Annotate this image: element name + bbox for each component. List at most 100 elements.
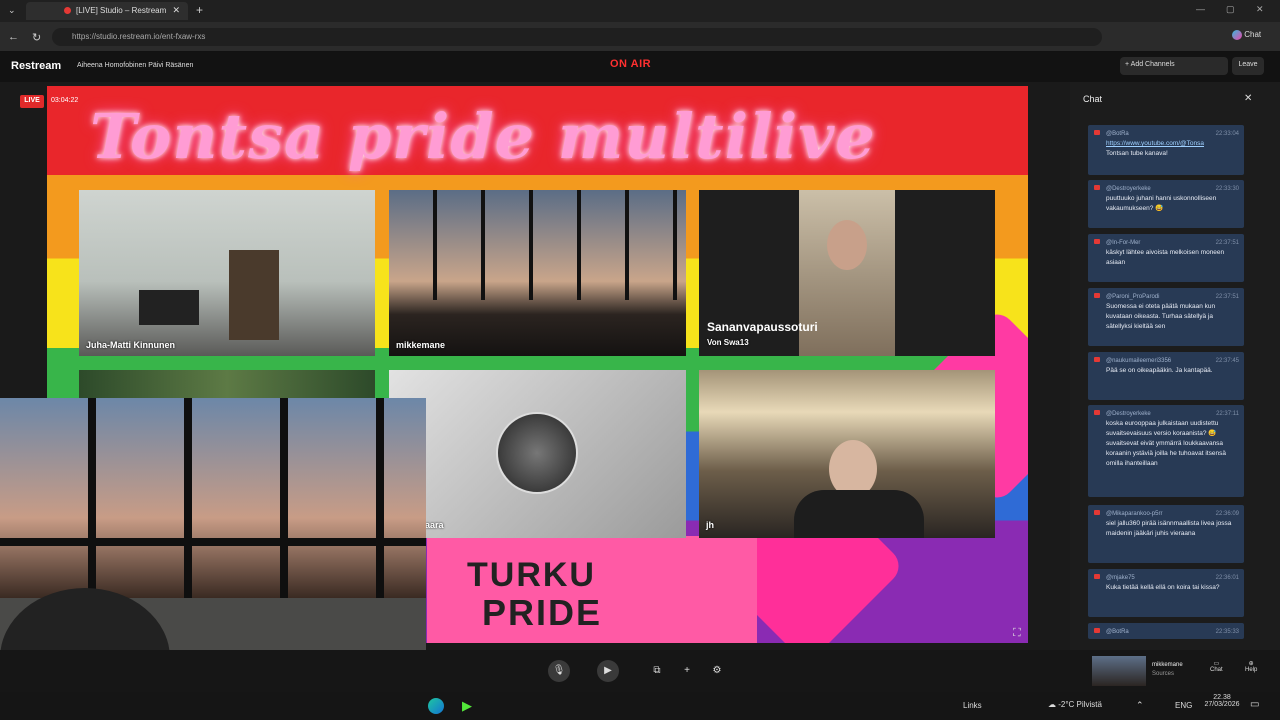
- chat-close-icon[interactable]: ✕: [1244, 93, 1252, 104]
- share-screen-icon[interactable]: ⧉: [646, 660, 668, 682]
- participant-tile[interactable]: Juha-Matti Kinnunen: [79, 190, 375, 356]
- help-label: Help: [1245, 667, 1258, 673]
- participant-tile[interactable]: Sananvapaussoturi Von Swa13: [699, 190, 995, 356]
- studio-toolbar: [0, 650, 1280, 692]
- window-frame: [0, 538, 426, 546]
- youtube-icon: [1094, 357, 1100, 362]
- microphone-icon[interactable]: 🎙: [548, 660, 570, 682]
- chat-text: Pää se on oikeapääkin. Ja kantapää.: [1106, 367, 1213, 374]
- back-icon[interactable]: ←: [8, 31, 19, 43]
- tray-chevron-icon[interactable]: ⌃: [1136, 700, 1144, 711]
- leave-button[interactable]: Leave: [1232, 57, 1264, 75]
- weather-widget[interactable]: ☁ -2°C Pilvistä: [1048, 700, 1102, 709]
- chat-time: 22:37:45: [1215, 358, 1239, 364]
- reload-icon[interactable]: ↻: [32, 31, 41, 44]
- copilot-chat-button[interactable]: Chat: [1232, 30, 1274, 44]
- chat-message: @Mikaparankoo-p5rr 22:36:09 siel jallu36…: [1088, 505, 1244, 563]
- new-tab-button[interactable]: +: [196, 3, 203, 17]
- add-icon[interactable]: +: [676, 660, 698, 682]
- chat-text: siel jallu360 pirää isännmaallista livea…: [1106, 520, 1232, 537]
- chat-message: @mjake75 22:36:01 Kuka tietää kellä ellä…: [1088, 569, 1244, 617]
- chat-text: Kuka tietää kellä ellä on koira tai kiss…: [1106, 584, 1220, 591]
- window-frame: [0, 398, 426, 598]
- youtube-icon: [1094, 628, 1100, 633]
- participant-subtitle: Von Swa13: [707, 338, 749, 347]
- chat-text: Suomessa ei oteta päätä mukaan kun kuvat…: [1106, 303, 1216, 330]
- chat-time: 22:36:09: [1215, 511, 1239, 517]
- on-air-indicator: ON AIR: [610, 58, 652, 70]
- help-button[interactable]: ⊕ Help: [1245, 660, 1257, 673]
- participant-name: aara: [425, 520, 444, 530]
- copilot-icon: [1232, 30, 1242, 40]
- youtube-icon: [1094, 239, 1100, 244]
- chat-message: @naukumaileemeri3356 22:37:45 Pää se on …: [1088, 352, 1244, 400]
- participant-tile[interactable]: aara: [389, 370, 686, 538]
- live-timer: 03:04:22: [51, 97, 79, 104]
- participant-tile[interactable]: mikkemane: [389, 190, 686, 356]
- participant-tile[interactable]: jh: [699, 370, 995, 538]
- close-window-icon[interactable]: ✕: [1256, 4, 1264, 15]
- links-toolbar[interactable]: Links: [963, 701, 982, 710]
- live-badge: LIVE: [20, 95, 44, 108]
- add-channels-button[interactable]: + Add Channels: [1120, 57, 1228, 75]
- chat-message: @In-For-Mer 22:37:51 käskyt lähtee aivoi…: [1088, 234, 1244, 282]
- chat-message: @Destroyerkeke 22:33:30 puuttuuko juhani…: [1088, 180, 1244, 228]
- source-user: mikkemane: [1152, 662, 1183, 668]
- minimize-icon[interactable]: —: [1196, 4, 1205, 14]
- recording-icon: [64, 7, 71, 14]
- cat-tree: [229, 250, 279, 340]
- chat-message: @Destroyerkeke 22:37:11 koska eurooppaa …: [1088, 405, 1244, 497]
- browser-tab[interactable]: [LIVE] Studio – Restream ✕: [26, 2, 188, 20]
- language-indicator[interactable]: ENG: [1175, 701, 1192, 710]
- camera-icon[interactable]: ▶: [597, 660, 619, 682]
- youtube-icon: [1094, 185, 1100, 190]
- youtube-icon: [1094, 410, 1100, 415]
- youtube-icon: [1094, 130, 1100, 135]
- shirt-text-line: PRIDE: [482, 592, 603, 633]
- chat-message: @BotRa 22:33:04 https://www.youtube.com/…: [1088, 125, 1244, 175]
- chat-time: 22:33:30: [1215, 186, 1239, 192]
- chat-toggle-button[interactable]: ▭ Chat: [1210, 660, 1223, 673]
- chat-time: 22:33:04: [1215, 131, 1239, 137]
- cloud-icon: ☁: [1048, 700, 1056, 709]
- notifications-icon[interactable]: ▭: [1250, 699, 1259, 710]
- youtube-icon: [1094, 510, 1100, 515]
- chat-time: 22:36:01: [1215, 575, 1239, 581]
- window-frame: [389, 190, 686, 300]
- chat-time: 22:35:33: [1215, 629, 1239, 635]
- source-sub: Sources: [1152, 671, 1175, 677]
- chat-text: käskyt lähtee aivoista melkoisen moneen …: [1106, 249, 1225, 266]
- chat-link[interactable]: https://www.youtube.com/@Tonsa: [1106, 139, 1239, 149]
- restream-logo: Restream: [11, 60, 62, 72]
- stream-banner-title: Tontsa pride multilive: [90, 100, 876, 173]
- edge-icon[interactable]: [428, 698, 444, 714]
- youtube-icon: [1094, 293, 1100, 298]
- participant-avatar: [496, 412, 578, 494]
- clock-time: 22.38: [1213, 694, 1231, 701]
- source-thumbnail[interactable]: [1092, 656, 1146, 686]
- chat-text: koska eurooppaa julkaistaan uudistettu s…: [1106, 420, 1226, 467]
- chat-text: puuttuuko juhani hanni uskonnolliseen va…: [1106, 195, 1217, 212]
- tab-title: [LIVE] Studio – Restream: [76, 6, 167, 15]
- url-field[interactable]: https://studio.restream.io/ent-fxaw-rxs: [52, 28, 1102, 46]
- body: [794, 490, 924, 538]
- settings-icon[interactable]: ⚙: [706, 660, 728, 682]
- participant-tile[interactable]: [79, 370, 375, 398]
- app-icon[interactable]: ▶: [462, 698, 472, 714]
- chat-message: @BotRa 22:35:33: [1088, 623, 1244, 639]
- tab-menu-icon[interactable]: ⌄: [8, 5, 16, 16]
- chat-time: 22:37:51: [1215, 294, 1239, 300]
- tab-close-icon[interactable]: ✕: [172, 5, 180, 16]
- copilot-label: Chat: [1244, 30, 1262, 40]
- maximize-icon[interactable]: ▢: [1226, 4, 1235, 15]
- face: [827, 220, 867, 270]
- weather-text: -2°C Pilvistä: [1058, 700, 1102, 709]
- chat-time: 22:37:51: [1215, 240, 1239, 246]
- help-icon: ⊕: [1248, 661, 1254, 667]
- chat-time: 22:37:11: [1216, 411, 1239, 417]
- stream-title[interactable]: Aiheena Homofobinen Päivi Räsänen: [77, 62, 193, 69]
- participant-name: mikkemane: [396, 340, 446, 350]
- fullscreen-icon[interactable]: ⛶: [1013, 627, 1021, 640]
- clock[interactable]: 22.38 27/03/2026: [1202, 694, 1242, 708]
- chat-header: Chat: [1083, 94, 1103, 104]
